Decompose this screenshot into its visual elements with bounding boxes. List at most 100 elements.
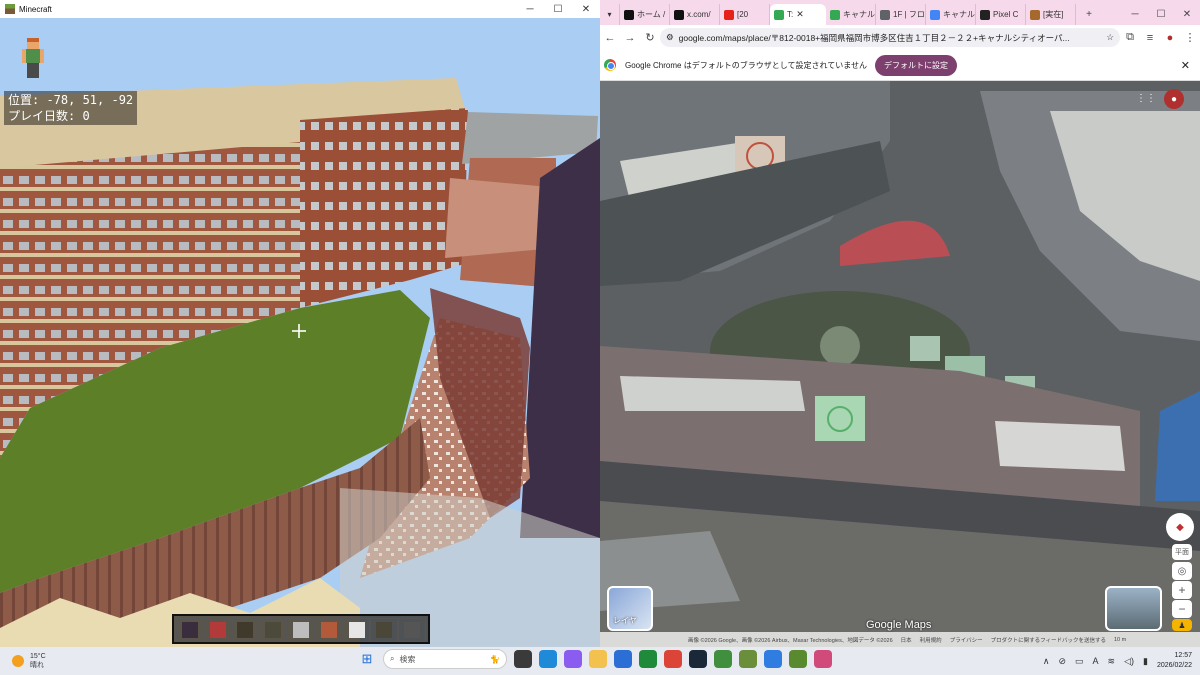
my-location-icon[interactable]: ◎	[1172, 562, 1192, 580]
tab-label: ホーム /	[637, 10, 666, 19]
site-info-icon[interactable]: ⚙	[666, 32, 674, 43]
hotbar-slot[interactable]	[342, 618, 371, 642]
hotbar-slot[interactable]	[287, 618, 315, 642]
x-icon	[674, 9, 684, 20]
desktop: Minecraft ─ ☐ ✕ 位置: -78, 51, -92 プレイ日数: …	[0, 0, 1200, 675]
file-manager-icon[interactable]	[514, 650, 532, 668]
x-icon	[624, 9, 634, 20]
store-icon[interactable]	[614, 650, 632, 668]
volume-icon[interactable]: ◁)	[1124, 656, 1134, 667]
start-icon[interactable]: ⊞	[358, 650, 376, 668]
tab-8[interactable]: [実在]	[1026, 4, 1076, 25]
ime-icon[interactable]: A	[1093, 656, 1099, 666]
clock[interactable]: 12:57 2026/02/22	[1157, 651, 1192, 671]
grass-block-icon[interactable]	[789, 650, 807, 668]
minimize-button[interactable]: ─	[516, 4, 544, 15]
hotbar-slot[interactable]	[370, 618, 399, 642]
display-icon[interactable]: ▭	[1075, 656, 1084, 667]
network-off-icon[interactable]: ⊘	[1058, 656, 1066, 667]
chrome-icon[interactable]	[664, 650, 682, 668]
search-placeholder: 検索	[399, 654, 416, 664]
minecraft-window: Minecraft ─ ☐ ✕ 位置: -78, 51, -92 プレイ日数: …	[0, 0, 600, 647]
tab-5[interactable]: 1F | フロ	[876, 4, 926, 25]
hotbar-slot[interactable]	[398, 618, 427, 642]
region-link[interactable]: 日本	[901, 636, 912, 644]
close-button[interactable]: ✕	[572, 4, 600, 15]
tab-label: 1F | フロ	[893, 10, 925, 19]
wifi-icon[interactable]: ≋	[1108, 656, 1116, 667]
back-icon[interactable]: ←	[600, 32, 620, 44]
maximize-button[interactable]: ☐	[544, 4, 572, 15]
taskbar-search[interactable]: ⌕ 検索 🐈	[383, 649, 507, 669]
photos-icon[interactable]	[814, 650, 832, 668]
maps-pin-icon	[774, 9, 784, 20]
tab-6[interactable]: キャナル	[926, 4, 976, 25]
search-icon: ⌕	[390, 654, 395, 663]
satellite-map[interactable]: ⋮⋮ ● ◆ 平面 ◎ + − ♟ レイヤ Google Maps 画像 ©20…	[600, 81, 1200, 647]
feedback-link[interactable]: プロダクトに関するフィードバックを送信する	[991, 636, 1106, 644]
cast-icon[interactable]: ≡	[1140, 32, 1160, 44]
reload-icon[interactable]: ↻	[640, 31, 660, 44]
maximize-button[interactable]: ☐	[1148, 4, 1174, 25]
steam-icon[interactable]	[689, 650, 707, 668]
default-browser-infobar: Google Chrome はデフォルトのブラウザとして設定されていません デフ…	[600, 50, 1200, 81]
tab-2[interactable]: [20	[720, 4, 770, 25]
tilt-toggle-button[interactable]: 平面	[1172, 544, 1192, 560]
close-infobar-icon[interactable]: ✕	[1181, 59, 1190, 72]
profile-avatar-icon[interactable]: ●	[1160, 32, 1180, 44]
privacy-link[interactable]: プライバシー	[950, 636, 983, 644]
tab-4[interactable]: キャナル	[826, 4, 876, 25]
tab-label: x.com/	[687, 10, 711, 19]
tab-7[interactable]: Pixel C	[976, 4, 1026, 25]
hotbar-slot[interactable]	[314, 618, 343, 642]
hotbar-slot[interactable]	[176, 618, 204, 642]
mii-icon	[1030, 9, 1040, 20]
pegman-icon[interactable]: ♟	[1172, 619, 1192, 631]
street-view-thumbnail[interactable]	[1105, 586, 1162, 631]
tab-0[interactable]: ホーム /	[620, 4, 670, 25]
notepad-icon[interactable]	[764, 650, 782, 668]
minecraft-icon[interactable]	[739, 650, 757, 668]
folder-icon[interactable]	[589, 650, 607, 668]
menu-icon[interactable]: ⋮	[1180, 31, 1200, 44]
creeper-icon[interactable]	[714, 650, 732, 668]
compass-icon[interactable]: ◆	[1166, 513, 1194, 541]
terms-link[interactable]: 利用規約	[920, 636, 942, 644]
tab-3[interactable]: T: ✕	[770, 4, 826, 25]
google-maps-logo: Google Maps	[866, 619, 932, 631]
extensions-icon[interactable]: ⧉	[1120, 31, 1140, 44]
set-default-button[interactable]: デフォルトに設定	[874, 54, 957, 76]
bookmark-star-icon[interactable]: ☆	[1100, 32, 1114, 43]
address-bar[interactable]: ⚙ google.com/maps/place/〒812-0018+福岡県福岡市…	[660, 28, 1120, 47]
apps-grid-icon[interactable]: ⋮⋮	[1136, 89, 1156, 107]
hotbar-slot[interactable]	[231, 618, 260, 642]
account-avatar[interactable]: ●	[1164, 89, 1184, 109]
forward-icon[interactable]: →	[620, 32, 640, 44]
hotbar-slot[interactable]	[259, 618, 288, 642]
system-tray: ∧ ⊘ ▭ A ≋ ◁) ▮ 12:57 2026/02/22	[1043, 647, 1192, 675]
xbox-icon[interactable]	[639, 650, 657, 668]
maps-pin-icon	[830, 9, 840, 20]
zoom-out-button[interactable]: −	[1172, 600, 1192, 618]
tab-search-icon[interactable]: ▾	[600, 4, 620, 25]
battery-icon[interactable]: ▮	[1143, 656, 1148, 667]
minimize-button[interactable]: ─	[1122, 4, 1148, 25]
tab-label: [実在]	[1043, 10, 1064, 19]
zoom-in-button[interactable]: +	[1172, 581, 1192, 599]
hotbar-slot[interactable]	[203, 618, 232, 642]
close-tab-icon[interactable]: ✕	[796, 9, 804, 20]
close-button[interactable]: ✕	[1174, 4, 1200, 25]
copilot-icon[interactable]	[564, 650, 582, 668]
minecraft-titlebar[interactable]: Minecraft ─ ☐ ✕	[0, 0, 600, 18]
new-tab-button[interactable]: +	[1076, 4, 1102, 25]
chevron-up-icon[interactable]: ∧	[1043, 656, 1050, 667]
weather-widget[interactable]: 15°C 晴れ	[12, 653, 46, 670]
tab-label: Pixel C	[993, 10, 1019, 19]
edge-icon[interactable]	[539, 650, 557, 668]
layers-button[interactable]: レイヤ	[607, 586, 653, 631]
layers-label: レイヤ	[613, 616, 637, 625]
hotbar[interactable]	[172, 614, 430, 644]
game-viewport[interactable]: 位置: -78, 51, -92 プレイ日数: 0	[0, 18, 600, 647]
tab-1[interactable]: x.com/	[670, 4, 720, 25]
taskbar: 15°C 晴れ ⊞ ⌕ 検索 🐈 ∧ ⊘ ▭ A ≋ ◁) ▮ 12:57 20…	[0, 647, 1200, 675]
